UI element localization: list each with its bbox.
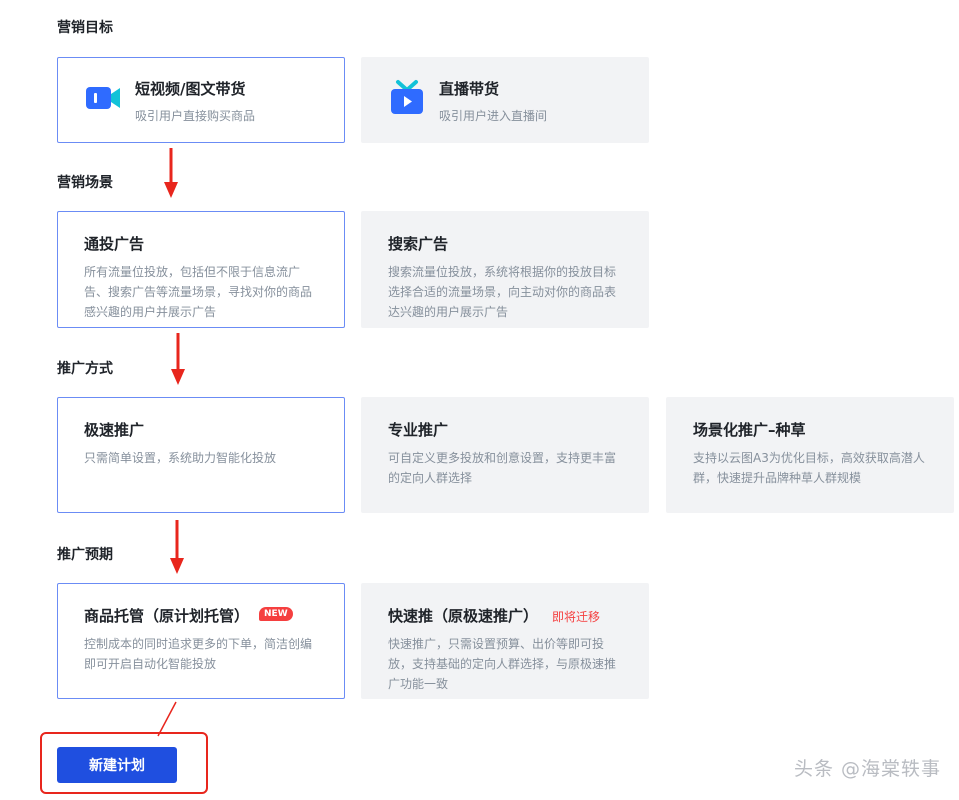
method-card-title: 专业推广 [388, 421, 449, 439]
scene-card-desc: 所有流量位投放，包括但不限于信息流广告、搜索广告等流量场景，寻找对你的商品感兴趣… [84, 265, 313, 319]
method-card-pro-promotion[interactable]: 专业推广 可自定义更多投放和创意设置，支持更丰富的定向人群选择 [361, 397, 649, 513]
annotation-arrow-2 [171, 333, 185, 385]
scene-card-search-ads[interactable]: 搜索广告 搜索流量位投放，系统将根据你的投放目标选择合适的流量场景，向主动对你的… [361, 211, 649, 328]
method-card-desc: 只需简单设置，系统助力智能化投放 [84, 451, 277, 465]
expectation-card-desc: 快速推广，只需设置预算、出价等即可投放，支持基础的定向人群选择，与原极速推广功能… [388, 637, 617, 691]
watermark: 头条 @海棠轶事 [793, 758, 941, 780]
method-card-desc: 支持以云图A3为优化目标，高效获取高潜人群，快速提升品牌种草人群规模 [693, 451, 925, 485]
goal-card-title: 短视频/图文带货 [135, 80, 246, 98]
section-title-promotion-method: 推广方式 [57, 361, 113, 377]
migration-tag: 即将迁移 [552, 610, 601, 624]
video-camera-icon [84, 79, 122, 117]
section-title-marketing-scene: 营销场景 [57, 175, 113, 191]
method-card-title: 极速推广 [84, 421, 145, 439]
method-card-title: 场景化推广–种草 [693, 421, 806, 439]
new-badge: NEW [259, 607, 293, 621]
goal-card-short-video[interactable]: 短视频/图文带货 吸引用户直接购买商品 [57, 57, 345, 143]
goal-card-title: 直播带货 [439, 80, 500, 98]
expectation-card-title: 快速推（原极速推广） [388, 607, 539, 625]
create-plan-button[interactable]: 新建计划 [57, 747, 177, 783]
method-card-scenario-seeding[interactable]: 场景化推广–种草 支持以云图A3为优化目标，高效获取高潜人群，快速提升品牌种草人… [666, 397, 954, 513]
goal-card-live[interactable]: 直播带货 吸引用户进入直播间 [361, 57, 649, 143]
annotation-arrow-3 [170, 520, 184, 574]
expectation-card-quick-push[interactable]: 快速推（原极速推广） 即将迁移 快速推广，只需设置预算、出价等即可投放，支持基础的… [361, 583, 649, 699]
live-tv-icon [388, 79, 426, 117]
scene-card-title: 通投广告 [84, 235, 145, 253]
method-card-fast-promotion[interactable]: 极速推广 只需简单设置，系统助力智能化投放 [57, 397, 345, 513]
section-title-promotion-expectation: 推广预期 [57, 547, 113, 563]
annotation-arrow-1 [164, 148, 178, 198]
expectation-card-title-row: 快速推（原极速推广） 即将迁移 [388, 606, 600, 627]
expectation-card-title-row: 商品托管（原计划托管） NEW [84, 606, 293, 626]
section-title-marketing-goal: 营销目标 [57, 20, 113, 36]
goal-card-desc: 吸引用户进入直播间 [439, 109, 548, 123]
goal-card-desc: 吸引用户直接购买商品 [135, 109, 256, 123]
method-card-desc: 可自定义更多投放和创意设置，支持更丰富的定向人群选择 [388, 451, 617, 485]
scene-card-desc: 搜索流量位投放，系统将根据你的投放目标选择合适的流量场景，向主动对你的商品表达兴… [388, 265, 617, 319]
scene-card-general-ads[interactable]: 通投广告 所有流量位投放，包括但不限于信息流广告、搜索广告等流量场景，寻找对你的… [57, 211, 345, 328]
expectation-card-title: 商品托管（原计划托管） [84, 607, 250, 625]
expectation-card-desc: 控制成本的同时追求更多的下单，简洁创编即可开启自动化智能投放 [84, 637, 313, 671]
scene-card-title: 搜索广告 [388, 235, 449, 253]
expectation-card-product-hosting[interactable]: 商品托管（原计划托管） NEW 控制成本的同时追求更多的下单，简洁创编即可开启自动… [57, 583, 345, 699]
